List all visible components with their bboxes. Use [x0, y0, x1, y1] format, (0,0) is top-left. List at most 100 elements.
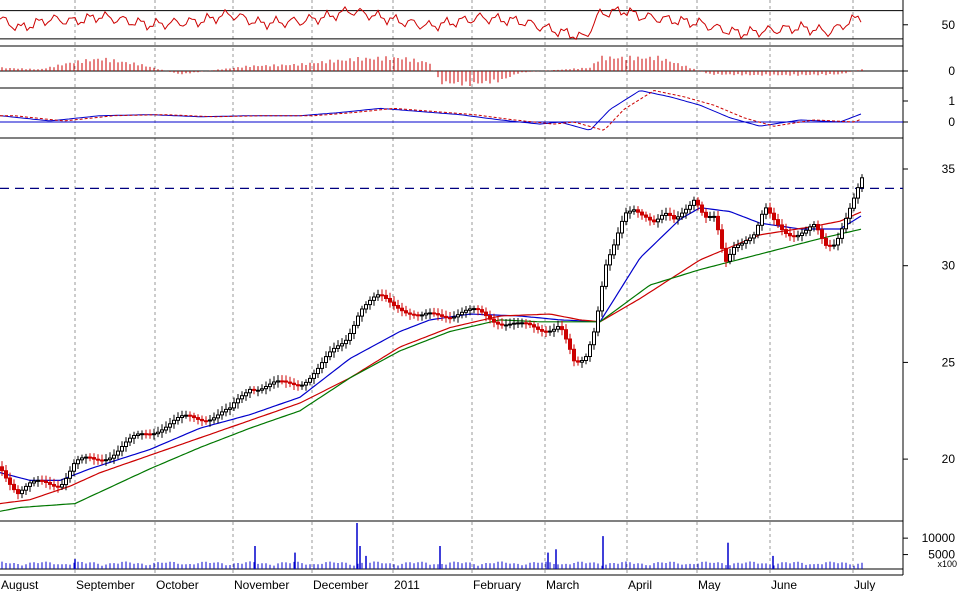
price-tick-label: 35 [942, 162, 956, 176]
candle-body [820, 229, 824, 239]
candle-body [88, 456, 92, 459]
candle-body [396, 305, 400, 309]
candle-body [644, 214, 648, 218]
candle-body [708, 216, 712, 218]
candle-body [272, 381, 276, 385]
macd-tick-label: 0 [948, 115, 955, 129]
candle-body [328, 351, 332, 358]
candle-body [752, 234, 756, 239]
candle-body [616, 232, 620, 246]
candle-body [360, 308, 364, 317]
volume-tick-label: 10000 [922, 531, 956, 545]
candle-body [112, 454, 116, 459]
candle-body [64, 477, 68, 486]
candle-body [580, 360, 584, 363]
candle-body [200, 418, 204, 422]
candle-body [240, 395, 244, 400]
month-label: April [628, 578, 652, 591]
candle-body [848, 207, 852, 219]
candle-body [376, 294, 380, 298]
candle-body [780, 224, 784, 231]
candle-body [28, 482, 32, 487]
candle-body [364, 304, 368, 310]
candle-body [444, 315, 448, 319]
candle-body [648, 216, 652, 221]
candle-body [604, 264, 608, 287]
candle-body [32, 480, 36, 484]
candle-body [300, 384, 304, 387]
candle-body [336, 345, 340, 349]
candle-body [168, 423, 172, 428]
candle-body [216, 414, 220, 419]
candle-body [132, 435, 136, 439]
candle-body [632, 209, 636, 212]
candle-body [576, 360, 580, 363]
candle-body [680, 212, 684, 218]
candle-body [788, 233, 792, 237]
candle-body [480, 309, 484, 313]
candle-body [56, 485, 60, 488]
candle-body [320, 362, 324, 369]
candle-body [668, 212, 672, 216]
candle-body [856, 187, 860, 199]
candle-body [148, 433, 152, 436]
candle-body [100, 459, 104, 462]
candle-body [572, 348, 576, 362]
candle-body [612, 244, 616, 256]
candle-body [312, 373, 316, 379]
candle-body [448, 317, 452, 320]
candle-body [596, 310, 600, 333]
candle-body [696, 199, 700, 206]
candle-body [352, 324, 356, 334]
candle-body [824, 237, 828, 246]
candle-body [228, 407, 232, 410]
candle-body [688, 204, 692, 210]
candle-body [348, 333, 352, 341]
candle-body [728, 253, 732, 262]
macd-tick-label: 1 [948, 94, 955, 108]
candle-body [748, 237, 752, 242]
candle-body [512, 322, 516, 325]
candle-body [656, 218, 660, 223]
candle-body [324, 356, 328, 364]
candle-body [844, 217, 848, 230]
candle-body [436, 313, 440, 316]
candle-body [248, 388, 252, 394]
volume-unit-label: x100 [937, 559, 957, 569]
candle-body [120, 446, 124, 452]
candle-body [524, 322, 528, 325]
candle-body [380, 294, 384, 297]
candle-body [800, 232, 804, 237]
candle-body [156, 431, 160, 435]
candle-body [184, 414, 188, 417]
candle-body [600, 285, 604, 312]
candle-body [284, 380, 288, 383]
candle-body [732, 247, 736, 255]
candle-body [316, 367, 320, 375]
candle-body [308, 377, 312, 383]
candle-body [828, 244, 832, 247]
candle-body [268, 383, 272, 388]
candle-body [432, 312, 436, 315]
rsi-tick-label: 50 [942, 18, 956, 32]
candle-body [740, 242, 744, 246]
candle-body [476, 308, 480, 311]
month-label: May [698, 578, 721, 591]
month-label: September [76, 578, 135, 591]
candle-body [188, 414, 192, 417]
candle-body [704, 211, 708, 218]
candle-body [68, 470, 72, 479]
candle-body [760, 213, 764, 226]
candle-body [692, 199, 696, 206]
candle-body [676, 216, 680, 220]
candle-body [0, 466, 4, 472]
candle-body [204, 420, 208, 423]
candle-body [292, 382, 296, 386]
candle-body [172, 419, 176, 425]
candle-body [256, 389, 260, 392]
candle-body [784, 229, 788, 235]
candle-body [484, 311, 488, 317]
candle-body [792, 235, 796, 238]
candle-body [464, 309, 468, 313]
candle-body [412, 313, 416, 316]
